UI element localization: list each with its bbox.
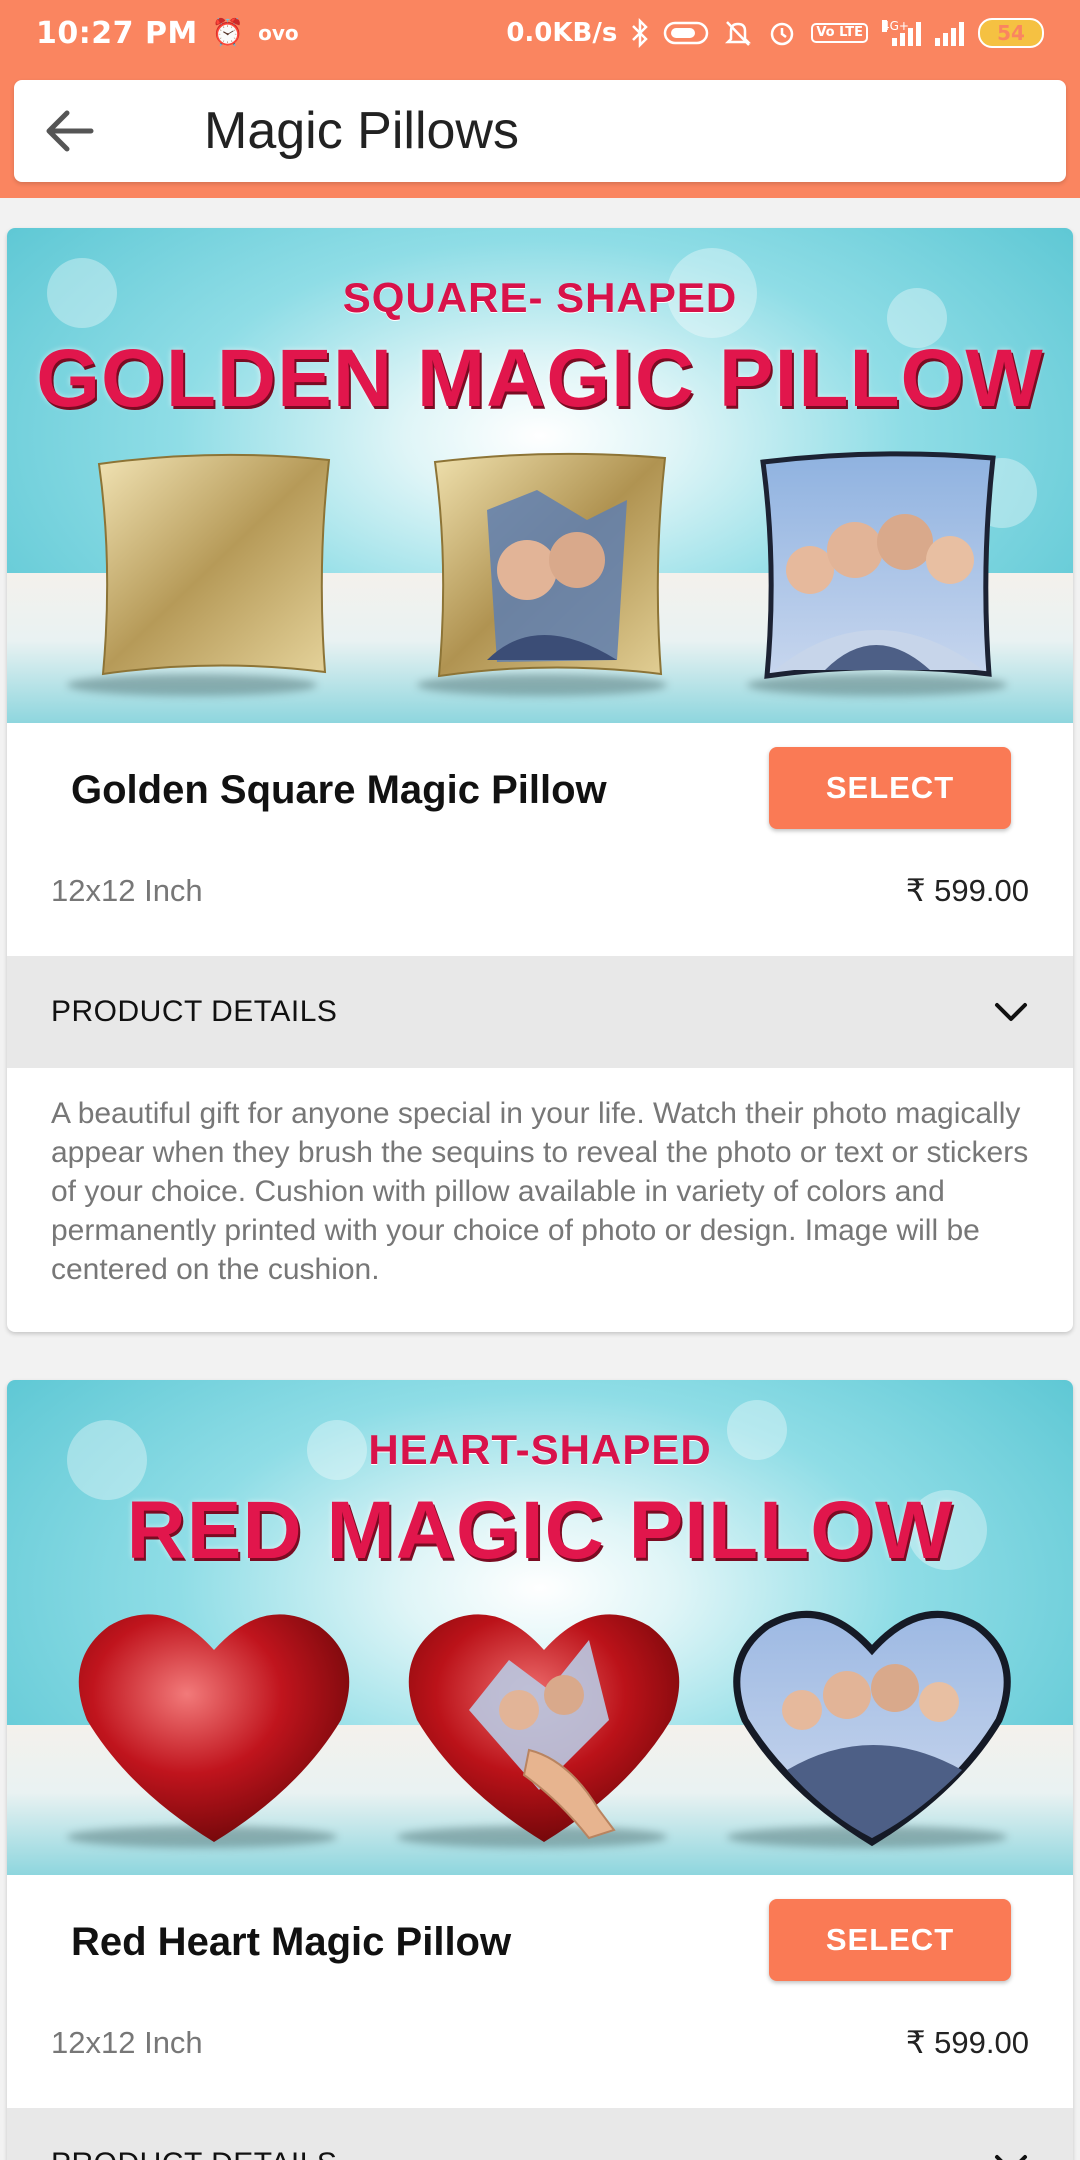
banner-subtitle: HEART-SHAPED	[368, 1426, 712, 1473]
net-speed: 0.0KB/s	[506, 18, 618, 48]
status-time: 10:27 PM	[36, 15, 198, 51]
product-card: SQUARE- SHAPED GOLDEN MAGIC PILLOW Golde…	[7, 228, 1073, 1332]
toggle-icon	[664, 21, 709, 45]
alarm-clock-icon	[771, 22, 794, 46]
battery-level: 54	[997, 21, 1025, 45]
golden-pillow-image	[97, 453, 331, 676]
golden-photo-pillow-image	[433, 452, 667, 678]
signal-icon: 4G+	[882, 20, 921, 46]
product-details-toggle[interactable]: PRODUCT DETAILS	[7, 956, 1073, 1068]
photo-pillow-image	[760, 451, 996, 679]
red-photo-heart-pillow-image	[408, 1614, 680, 1842]
signal-icon-2	[935, 20, 964, 46]
banner-title: RED MAGIC PILLOW	[126, 1485, 954, 1576]
product-size: 12x12 Inch	[51, 2025, 203, 2060]
product-name: Golden Square Magic Pillow	[71, 768, 607, 812]
page-title: Magic Pillows	[204, 102, 519, 160]
banner-subtitle: SQUARE- SHAPED	[342, 274, 738, 321]
chevron-down-icon	[995, 1003, 1027, 1021]
header-card: Magic Pillows	[14, 80, 1066, 182]
volte-icon: Vo LTE	[811, 23, 868, 43]
bluetooth-icon	[632, 18, 649, 48]
product-description: A beautiful gift for anyone special in y…	[51, 1097, 1029, 1286]
mute-icon	[725, 21, 752, 46]
product-details-toggle[interactable]: PRODUCT DETAILS	[7, 2108, 1073, 2160]
battery-icon: 54	[978, 18, 1044, 48]
ovo-icon: ovo	[258, 21, 299, 45]
product-price: ₹ 599.00	[905, 2025, 1029, 2060]
product-card: HEART-SHAPED RED MAGIC PILLOW Red Heart …	[7, 1380, 1073, 2160]
app-bar: Magic Pillows	[0, 66, 1080, 198]
product-details-label: PRODUCT DETAILS	[51, 995, 338, 1028]
product-banner: SQUARE- SHAPED GOLDEN MAGIC PILLOW	[7, 228, 1073, 723]
product-name: Red Heart Magic Pillow	[71, 1920, 512, 1964]
chevron-down-icon	[995, 2155, 1027, 2160]
photo-heart-pillow-image	[733, 1610, 1011, 1847]
product-details-label: PRODUCT DETAILS	[51, 2147, 337, 2160]
select-button[interactable]: SELECT	[769, 747, 1011, 829]
product-price: ₹ 599.00	[905, 873, 1029, 908]
red-heart-pillow-image	[78, 1614, 350, 1842]
alarm-icon: ⏰	[211, 18, 245, 48]
status-bar: 10:27 PM ⏰ ovo 0.0KB/s Vo LTE 4G+ 54	[0, 0, 1080, 66]
product-size: 12x12 Inch	[51, 873, 203, 908]
network-type-label: 4G+	[882, 19, 909, 33]
banner-title: GOLDEN MAGIC PILLOW	[36, 333, 1044, 424]
arrow-left-icon	[46, 110, 94, 152]
product-banner: HEART-SHAPED RED MAGIC PILLOW	[7, 1380, 1073, 1875]
back-button[interactable]	[14, 80, 124, 182]
select-button[interactable]: SELECT	[769, 1899, 1011, 1981]
